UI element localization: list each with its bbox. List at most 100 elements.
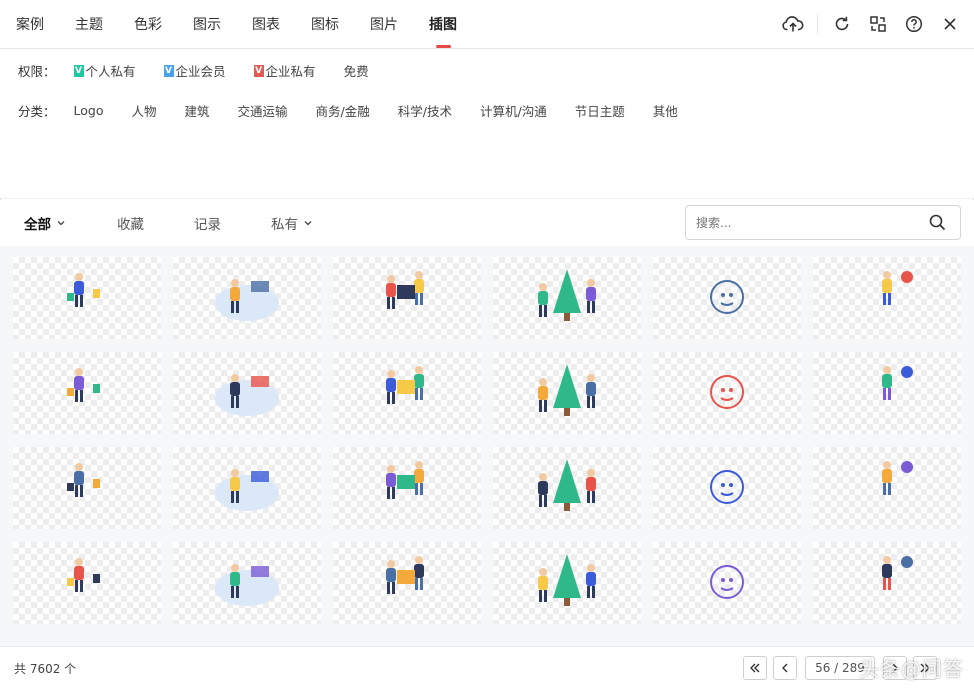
top-nav: 案例 主题 色彩 图示 图表 图标 图片 插图 <box>0 0 974 49</box>
illustration-virus-sketch[interactable] <box>13 447 161 529</box>
puzzle-team-flying-image <box>215 469 279 511</box>
category-option[interactable]: 商务/金融 <box>316 101 370 120</box>
woman-with-envelope-image <box>882 366 913 400</box>
search-icon[interactable] <box>929 214 946 235</box>
illustration-gallery <box>0 246 974 646</box>
illustration-puzzle-team-flying[interactable] <box>173 447 321 529</box>
subtab-1[interactable]: 收藏 <box>117 213 144 233</box>
tab-7[interactable]: 插图 <box>429 0 457 49</box>
christmas-tree-child-image <box>538 554 596 606</box>
tab-bar: 案例 主题 色彩 图示 图表 图标 图片 插图 <box>16 0 488 49</box>
vip-badge-icon: V <box>163 64 174 77</box>
category-option[interactable]: 人物 <box>132 101 157 120</box>
permission-option-label: 企业私有 <box>265 64 316 79</box>
illustration-cloud-upload-download[interactable] <box>13 542 161 624</box>
permission-option[interactable]: 免费 <box>344 61 369 80</box>
horse-rider-image <box>67 368 100 402</box>
subtab-0[interactable]: 全部 <box>24 213 67 233</box>
vip-badge-icon: V <box>253 64 264 77</box>
illustration-laptop-workspace[interactable] <box>333 542 481 624</box>
vip-badge-icon: V <box>73 64 84 77</box>
illustration-woman-shopping-bags[interactable] <box>813 447 961 529</box>
category-option[interactable]: 交通运输 <box>238 101 288 120</box>
first-page-button[interactable] <box>743 656 767 680</box>
permission-option-label: 企业会员 <box>175 64 226 79</box>
tab-2[interactable]: 色彩 <box>134 0 162 49</box>
illustration-website-builder[interactable] <box>173 542 321 624</box>
football-player-image <box>215 374 279 416</box>
illustration-team-gears[interactable] <box>333 352 481 434</box>
permission-option[interactable]: V 企业会员 <box>163 61 226 80</box>
tab-0[interactable]: 案例 <box>16 0 44 49</box>
tab-4[interactable]: 图表 <box>252 0 280 49</box>
chevron-left-icon <box>782 663 788 673</box>
chevron-down-icon <box>57 221 65 226</box>
illustration-puzzle-building[interactable] <box>493 352 641 434</box>
illustration-transport-train-truck[interactable] <box>653 352 801 434</box>
christmas-tree-decorating-image <box>538 269 596 321</box>
tab-3[interactable]: 图示 <box>193 0 221 49</box>
permission-option[interactable]: V 企业私有 <box>253 61 316 80</box>
close-icon[interactable] <box>938 12 962 36</box>
illustration-envelope-letter[interactable] <box>653 542 801 624</box>
subtab-3[interactable]: 私有 <box>271 213 314 233</box>
illustration-presentation-board[interactable] <box>173 257 321 339</box>
category-option[interactable]: 其他 <box>653 101 678 120</box>
illustration-woman-with-envelope[interactable] <box>813 352 961 434</box>
upload-cloud-icon[interactable] <box>781 12 805 36</box>
pagination: 56 / 289 <box>743 656 937 680</box>
two-people-with-box-image <box>386 271 424 309</box>
last-page-button[interactable] <box>913 656 937 680</box>
category-options: Logo 人物 建筑 交通运输 商务/金融 科学/技术 计算机/沟通 节日主题 其他 <box>74 101 706 120</box>
category-option[interactable]: 科学/技术 <box>398 101 452 120</box>
category-filter-row: 分类： Logo 人物 建筑 交通运输 商务/金融 科学/技术 计算机/沟通 节日主题 其他 <box>18 101 706 120</box>
category-option[interactable]: 节日主题 <box>575 101 625 120</box>
team-gears-image <box>386 366 424 404</box>
illustration-football-player[interactable] <box>173 352 321 434</box>
puzzle-building-image <box>538 364 596 416</box>
search-input[interactable] <box>696 213 916 233</box>
shopper-with-bags-image <box>67 273 100 307</box>
search-box <box>685 205 961 240</box>
next-page-button[interactable] <box>883 656 907 680</box>
page-indicator[interactable]: 56 / 289 <box>805 656 875 680</box>
sub-tab-bar: 全部 收藏 记录 私有 <box>24 200 364 246</box>
illustration-shopper-with-bags[interactable] <box>13 257 161 339</box>
category-option[interactable]: 建筑 <box>185 101 210 120</box>
illustration-puzzle-stars-team[interactable] <box>333 447 481 529</box>
cloud-upload-download-image <box>67 558 100 592</box>
snowman-sketch-image <box>710 280 744 314</box>
help-icon[interactable] <box>902 12 926 36</box>
illustration-man-holding-gift[interactable] <box>653 447 801 529</box>
subtab-2[interactable]: 记录 <box>194 213 221 233</box>
illustration-gift-exchange[interactable] <box>813 542 961 624</box>
chevron-down-icon <box>304 221 312 226</box>
category-option[interactable]: 计算机/沟通 <box>480 101 547 120</box>
tab-6[interactable]: 图片 <box>370 0 398 49</box>
total-count: 共 7602 个 <box>14 662 77 676</box>
permission-label: 权限： <box>18 64 56 79</box>
woman-with-pompom-image <box>882 271 913 305</box>
toolbar-icons <box>769 12 962 36</box>
swap-icon[interactable] <box>866 12 890 36</box>
illustration-woman-with-pompom[interactable] <box>813 257 961 339</box>
subtab-label: 收藏 <box>117 217 144 233</box>
gift-exchange-image <box>882 556 913 590</box>
category-option[interactable]: Logo <box>74 101 104 120</box>
illustration-horse-rider[interactable] <box>13 352 161 434</box>
puzzle-stars-team-image <box>386 461 424 499</box>
man-holding-gift-image <box>710 470 744 504</box>
tab-1[interactable]: 主题 <box>75 0 103 49</box>
refresh-icon[interactable] <box>830 12 854 36</box>
illustration-christmas-tree-decorating[interactable] <box>493 257 641 339</box>
illustration-christmas-tree-child[interactable] <box>493 542 641 624</box>
double-chevron-left-icon <box>750 663 760 673</box>
tab-5[interactable]: 图标 <box>311 0 339 49</box>
illustration-two-people-with-box[interactable] <box>333 257 481 339</box>
envelope-letter-image <box>710 565 744 599</box>
permission-option-label: 免费 <box>343 64 369 79</box>
permission-option[interactable]: V 个人私有 <box>73 61 136 80</box>
prev-page-button[interactable] <box>773 656 797 680</box>
illustration-christmas-tree-gifts[interactable] <box>493 447 641 529</box>
illustration-snowman-sketch[interactable] <box>653 257 801 339</box>
